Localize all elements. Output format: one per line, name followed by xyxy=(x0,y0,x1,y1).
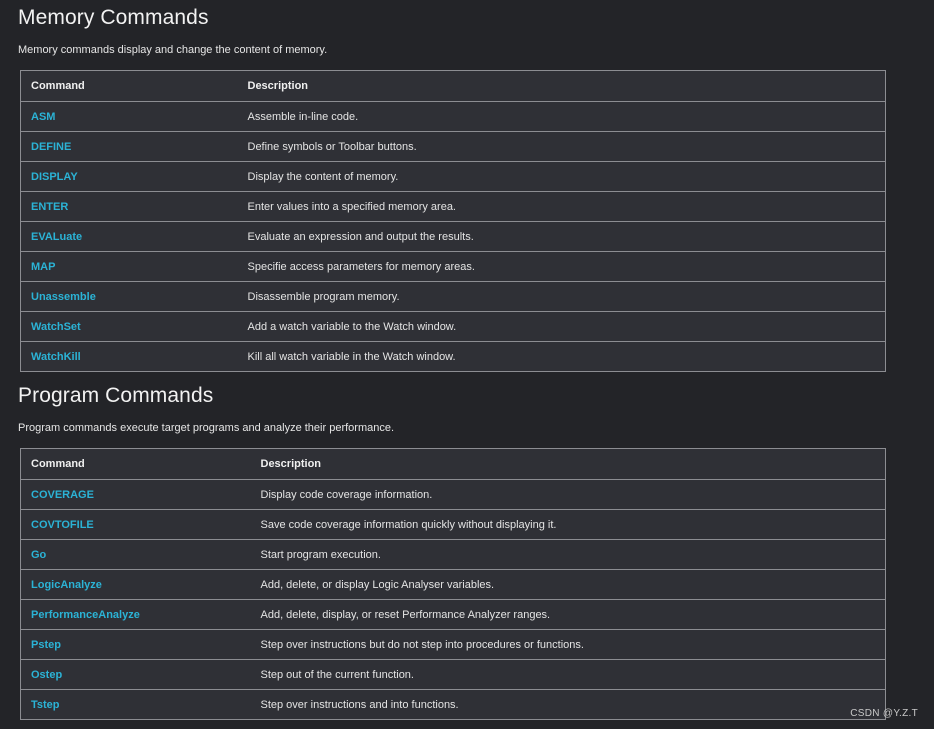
command-link[interactable]: MAP xyxy=(31,261,55,273)
table-row: LogicAnalyze Add, delete, or display Log… xyxy=(20,569,886,600)
command-link[interactable]: Pstep xyxy=(31,639,61,651)
column-header-description: Description xyxy=(237,70,886,102)
command-link[interactable]: EVALuate xyxy=(31,231,82,243)
table-row: COVERAGE Display code coverage informati… xyxy=(20,479,886,510)
command-link[interactable]: Tstep xyxy=(31,699,60,711)
table-row: WatchSet Add a watch variable to the Wat… xyxy=(20,311,886,342)
memory-commands-table: Command Description ASM Assemble in-line… xyxy=(20,70,886,372)
table-row: DEFINE Define symbols or Toolbar buttons… xyxy=(20,131,886,162)
command-link[interactable]: WatchSet xyxy=(31,321,81,333)
table-row: MAP Specifie access parameters for memor… xyxy=(20,251,886,282)
table-row: WatchKill Kill all watch variable in the… xyxy=(20,341,886,372)
command-description: Add, delete, display, or reset Performan… xyxy=(250,599,886,630)
column-header-description: Description xyxy=(250,448,886,480)
command-link[interactable]: ENTER xyxy=(31,201,68,213)
table-row: DISPLAY Display the content of memory. xyxy=(20,161,886,192)
command-description: Add a watch variable to the Watch window… xyxy=(237,311,886,342)
command-link[interactable]: COVTOFILE xyxy=(31,519,94,531)
command-link[interactable]: ASM xyxy=(31,111,55,123)
command-description: Step out of the current function. xyxy=(250,659,886,690)
table-header-row: Command Description xyxy=(20,70,886,102)
command-link[interactable]: WatchKill xyxy=(31,351,81,363)
command-link[interactable]: PerformanceAnalyze xyxy=(31,609,140,621)
table-row: Tstep Step over instructions and into fu… xyxy=(20,689,886,720)
command-description: Disassemble program memory. xyxy=(237,281,886,312)
table-row: Go Start program execution. xyxy=(20,539,886,570)
command-description: Start program execution. xyxy=(250,539,886,570)
program-commands-heading: Program Commands xyxy=(18,384,214,407)
program-commands-intro: Program commands execute target programs… xyxy=(18,422,395,434)
table-row: EVALuate Evaluate an expression and outp… xyxy=(20,221,886,252)
command-link[interactable]: DISPLAY xyxy=(31,171,78,183)
command-description: Display the content of memory. xyxy=(237,161,886,192)
table-row: Ostep Step out of the current function. xyxy=(20,659,886,690)
document-page: Memory Commands Memory commands display … xyxy=(0,0,934,729)
table-row: COVTOFILE Save code coverage information… xyxy=(20,509,886,540)
command-description: Evaluate an expression and output the re… xyxy=(237,221,886,252)
command-link[interactable]: Unassemble xyxy=(31,291,96,303)
table-header-row: Command Description xyxy=(20,448,886,480)
table-row: Pstep Step over instructions but do not … xyxy=(20,629,886,660)
command-description: Save code coverage information quickly w… xyxy=(250,509,886,540)
command-description: Display code coverage information. xyxy=(250,479,886,510)
program-commands-table: Command Description COVERAGE Display cod… xyxy=(20,448,886,720)
command-description: Step over instructions and into function… xyxy=(250,689,886,720)
command-description: Assemble in-line code. xyxy=(237,101,886,132)
command-link[interactable]: Ostep xyxy=(31,669,62,681)
command-link[interactable]: Go xyxy=(31,549,46,561)
command-description: Kill all watch variable in the Watch win… xyxy=(237,341,886,372)
command-description: Step over instructions but do not step i… xyxy=(250,629,886,660)
command-link[interactable]: DEFINE xyxy=(31,141,71,153)
table-row: ASM Assemble in-line code. xyxy=(20,101,886,132)
command-description: Enter values into a specified memory are… xyxy=(237,191,886,222)
table-row: PerformanceAnalyze Add, delete, display,… xyxy=(20,599,886,630)
memory-commands-heading: Memory Commands xyxy=(18,6,209,29)
command-description: Specifie access parameters for memory ar… xyxy=(237,251,886,282)
command-description: Add, delete, or display Logic Analyser v… xyxy=(250,569,886,600)
command-link[interactable]: COVERAGE xyxy=(31,489,94,501)
column-header-command: Command xyxy=(20,70,238,102)
table-row: Unassemble Disassemble program memory. xyxy=(20,281,886,312)
command-description: Define symbols or Toolbar buttons. xyxy=(237,131,886,162)
table-row: ENTER Enter values into a specified memo… xyxy=(20,191,886,222)
column-header-command: Command xyxy=(20,448,251,480)
watermark: CSDN @Y.Z.T xyxy=(850,708,918,719)
command-link[interactable]: LogicAnalyze xyxy=(31,579,102,591)
memory-commands-intro: Memory commands display and change the c… xyxy=(18,44,328,56)
